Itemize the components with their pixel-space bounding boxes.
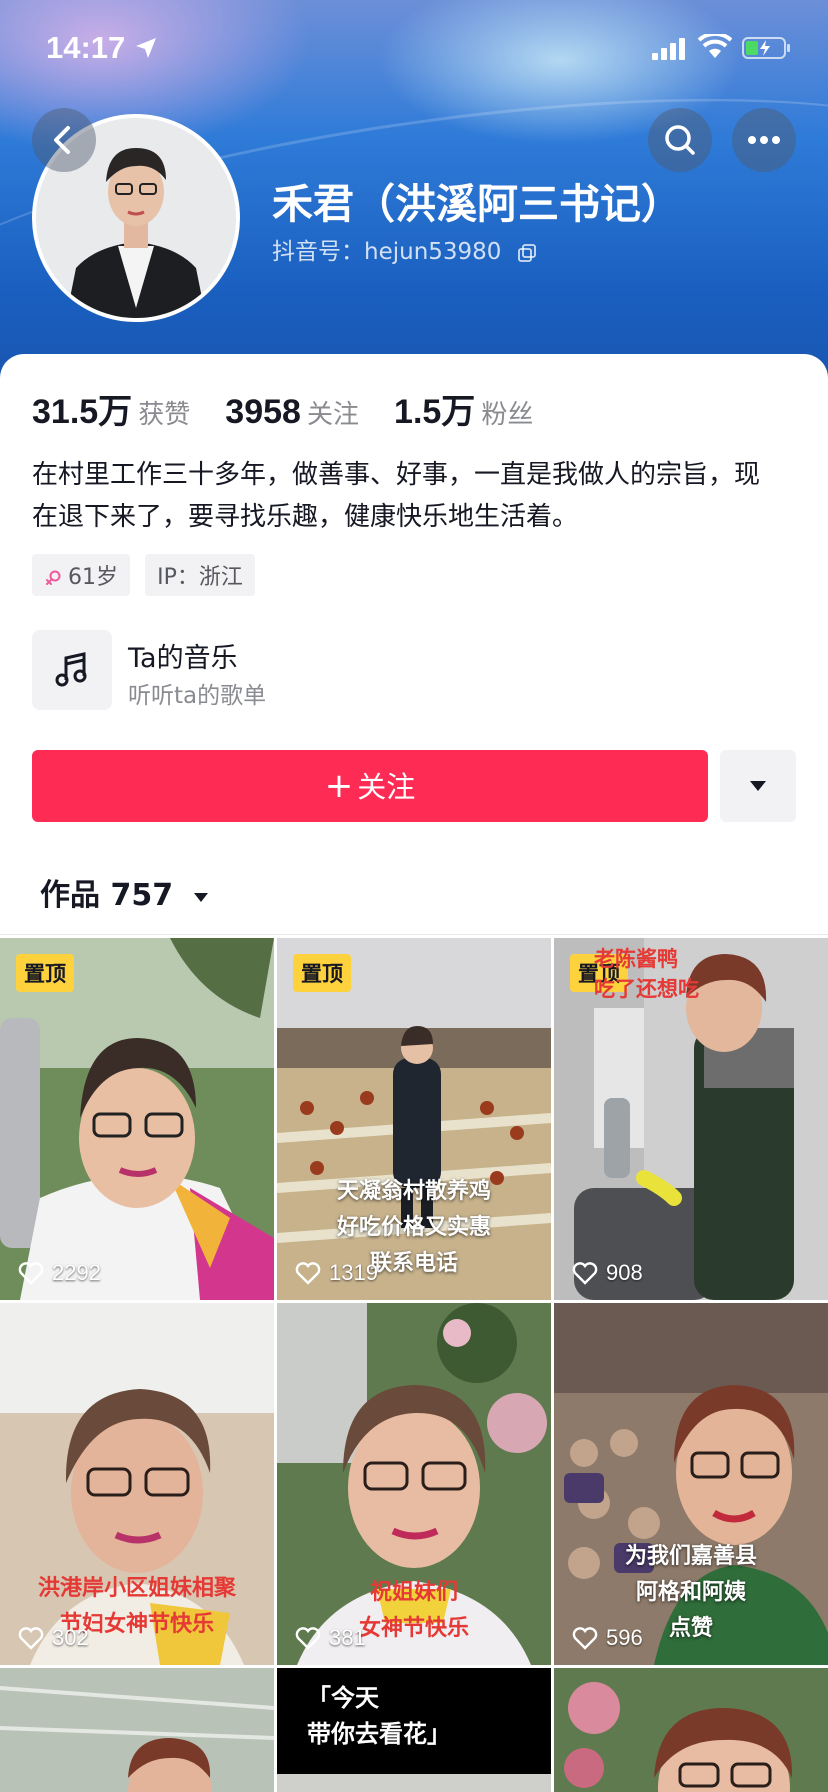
video-item[interactable] xyxy=(0,1668,274,1792)
like-count: 2292 xyxy=(18,1260,101,1286)
like-count: 596 xyxy=(572,1625,643,1651)
stat-following-label: 关注 xyxy=(306,400,359,430)
status-bar: 14:17 xyxy=(0,0,828,100)
pinned-badge: 置顶 xyxy=(16,954,74,992)
age-tag-text: 61岁 xyxy=(68,565,118,590)
stat-following[interactable]: 3958 关注 xyxy=(225,393,359,432)
stat-likes-label: 获赞 xyxy=(138,400,191,430)
profile-tags: 61岁 IP：浙江 xyxy=(32,554,265,596)
profile-bio: 在村里工作三十多年，做善事、好事，一直是我做人的宗旨，现在退下来了，要寻找乐趣，… xyxy=(32,460,761,532)
stat-following-value: 3958 xyxy=(225,393,301,431)
video-item[interactable]: 置顶 2292 xyxy=(0,938,274,1300)
caret-down-icon xyxy=(750,781,766,791)
video-item[interactable]: 「今天 带你去看花」 xyxy=(277,1668,551,1792)
douyin-id[interactable]: 抖音号：hejun53980 xyxy=(272,232,537,266)
cellular-signal-icon xyxy=(652,38,685,60)
stat-followers[interactable]: 1.5万 粉丝 xyxy=(394,384,533,433)
tab-works[interactable]: 作品 757 xyxy=(40,870,210,914)
follow-label: 关注 xyxy=(357,770,416,804)
female-icon xyxy=(46,570,61,585)
more-dots-icon xyxy=(748,136,780,144)
like-count: 908 xyxy=(572,1260,643,1286)
heart-icon xyxy=(572,1262,598,1285)
video-thumbnail-image xyxy=(0,938,274,1300)
profile-stats: 31.5万 获赞 3958 关注 1.5万 粉丝 xyxy=(32,384,563,433)
profile-banner: 14:17 禾君（洪溪阿三书记） 抖音号：hejun53980 xyxy=(0,0,828,390)
stat-followers-value: 1.5万 xyxy=(394,393,476,431)
age-tag: 61岁 xyxy=(32,554,130,596)
follow-button[interactable]: + 关注 xyxy=(32,750,708,822)
status-time: 14:17 xyxy=(46,30,126,65)
plus-icon: + xyxy=(324,766,354,806)
location-arrow-icon xyxy=(136,38,156,58)
heart-icon xyxy=(295,1627,321,1650)
like-count: 1319 xyxy=(295,1260,378,1286)
wifi-icon xyxy=(698,34,732,58)
like-count-text: 381 xyxy=(329,1624,366,1650)
video-item[interactable] xyxy=(554,1668,828,1792)
ip-tag: IP：浙江 xyxy=(145,554,255,596)
like-count: 302 xyxy=(18,1625,89,1651)
tab-works-label: 作品 757 xyxy=(40,878,174,913)
video-item[interactable]: 置顶 老陈酱鸭 吃了还想吃 908 xyxy=(554,938,828,1300)
heart-icon xyxy=(295,1262,321,1285)
stat-likes[interactable]: 31.5万 获赞 xyxy=(32,384,190,433)
search-icon xyxy=(665,125,695,155)
caret-down-icon xyxy=(193,892,208,902)
search-button[interactable] xyxy=(648,108,712,172)
like-count-text: 2292 xyxy=(52,1259,101,1285)
like-count-text: 1319 xyxy=(329,1259,378,1285)
video-thumbnail-image xyxy=(554,1668,828,1792)
stat-followers-label: 粉丝 xyxy=(481,400,534,430)
video-item[interactable]: 置顶 天凝翁村散养鸡 好吃价格又实惠 联系电话 1319 xyxy=(277,938,551,1300)
video-item[interactable]: 祝姐妹们 女神节快乐 381 xyxy=(277,1303,551,1665)
back-button[interactable] xyxy=(32,108,96,172)
profile-nickname: 禾君（洪溪阿三书记） xyxy=(272,180,682,228)
follow-dropdown-button[interactable] xyxy=(720,750,796,822)
music-title: Ta的音乐 xyxy=(128,643,238,674)
video-caption: 「今天 带你去看花」 xyxy=(307,1684,451,1748)
heart-icon xyxy=(18,1262,44,1285)
music-entry[interactable]: Ta的音乐 听听ta的歌单 xyxy=(32,630,532,710)
video-caption: 老陈酱鸭 吃了还想吃 xyxy=(594,947,699,1001)
battery-icon xyxy=(742,37,790,59)
video-thumbnail-image xyxy=(0,1668,274,1792)
pinned-badge: 置顶 xyxy=(293,954,351,992)
like-count: 381 xyxy=(295,1625,366,1651)
like-count-text: 908 xyxy=(606,1259,643,1285)
music-note-icon xyxy=(55,652,87,687)
like-count-text: 596 xyxy=(606,1624,643,1650)
heart-icon xyxy=(572,1627,598,1650)
copy-icon[interactable] xyxy=(517,243,537,263)
douyin-id-text: 抖音号：hejun53980 xyxy=(272,239,502,265)
music-icon-box xyxy=(32,630,112,710)
music-subtitle: 听听ta的歌单 xyxy=(128,683,267,709)
video-item[interactable]: 洪港岸小区姐妹相聚 节妇女神节快乐 302 xyxy=(0,1303,274,1665)
heart-icon xyxy=(18,1627,44,1650)
tab-divider xyxy=(0,934,828,935)
chevron-left-icon xyxy=(54,126,70,154)
like-count-text: 302 xyxy=(52,1624,89,1650)
stat-likes-value: 31.5万 xyxy=(32,393,133,431)
more-options-button[interactable] xyxy=(732,108,796,172)
video-item[interactable]: 为我们嘉善县 阿格和阿姨 点赞 596 xyxy=(554,1303,828,1665)
